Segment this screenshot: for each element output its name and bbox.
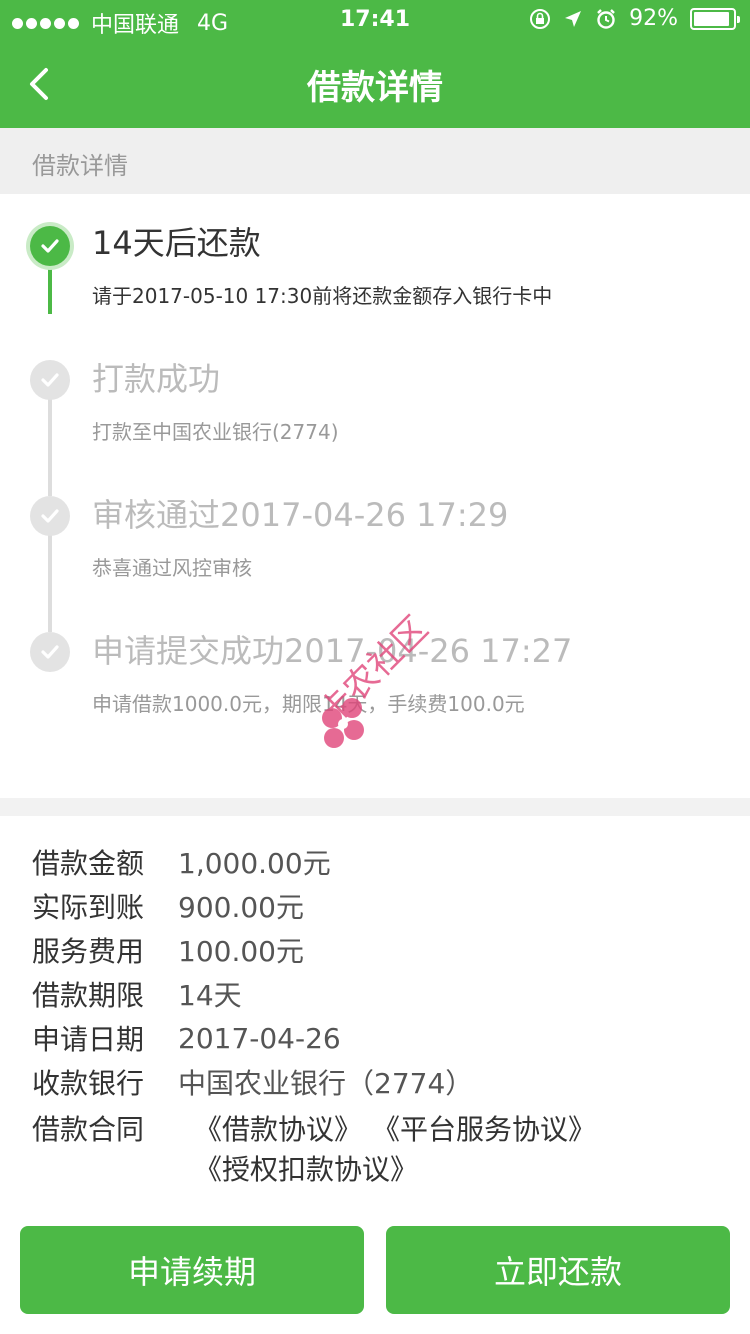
detail-value: 1,000.00元 <box>178 847 331 880</box>
timeline-connector <box>48 532 52 632</box>
detail-value: 2017-04-26 <box>178 1021 341 1055</box>
detail-value: 100.00元 <box>178 935 304 968</box>
timeline-step-title: 审核通过2017-04-26 17:29 <box>92 496 509 534</box>
detail-row-contract: 借款合同 《借款协议》 《平台服务协议》 《授权扣款协议》 <box>32 1104 732 1194</box>
detail-value: 中国农业银行（2774） <box>178 1067 474 1100</box>
battery-percent: 92% <box>629 6 678 31</box>
contract-links: 《借款协议》 《平台服务协议》 《授权扣款协议》 <box>194 1108 674 1188</box>
detail-label: 实际到账 <box>32 891 145 924</box>
timeline-check-icon <box>30 496 70 536</box>
timeline-step-subtitle: 恭喜通过风控审核 <box>92 556 252 580</box>
loan-details: 借款金额 1,000.00元 实际到账 900.00元 服务费用 100.00元… <box>32 840 732 1194</box>
battery-icon <box>690 7 740 30</box>
detail-row-apply-date: 申请日期 2017-04-26 <box>32 1016 732 1060</box>
loan-agreement-link[interactable]: 《借款协议》 <box>194 1108 362 1148</box>
alarm-icon <box>597 8 615 29</box>
detail-label: 借款合同 <box>32 1113 145 1146</box>
timeline-step-title: 打款成功 <box>92 360 221 398</box>
timeline-check-icon <box>30 632 70 672</box>
debit-authorization-agreement-link[interactable]: 《授权扣款协议》 <box>194 1148 418 1188</box>
repay-now-button[interactable]: 立即还款 <box>386 1226 730 1314</box>
detail-row-term: 借款期限 14天 <box>32 972 732 1016</box>
battery-fill <box>694 11 729 26</box>
detail-label: 申请日期 <box>32 1023 145 1056</box>
detail-label: 借款期限 <box>32 979 145 1012</box>
section-label: 借款详情 <box>0 128 750 194</box>
timeline-step-title: 14天后还款 <box>92 224 261 262</box>
detail-label: 服务费用 <box>32 935 145 968</box>
platform-service-agreement-link[interactable]: 《平台服务协议》 <box>372 1108 596 1148</box>
watermark-logo: 卡农社区 <box>312 609 436 748</box>
orientation-lock-icon <box>530 8 551 29</box>
status-bar: 中国联通 4G 17:41 92% <box>0 0 750 40</box>
timeline-connector-active <box>48 262 52 314</box>
section-label-text: 借款详情 <box>32 152 128 180</box>
detail-row-bank: 收款银行 中国农业银行（2774） <box>32 1060 732 1104</box>
app-header: 中国联通 4G 17:41 92% 借款详情 <box>0 0 750 128</box>
timeline-step-subtitle: 打款至中国农业银行(2774) <box>92 420 339 444</box>
detail-row-fee: 服务费用 100.00元 <box>32 928 732 972</box>
timeline-check-icon <box>30 226 70 266</box>
timeline-step-subtitle: 请于2017-05-10 17:30前将还款金额存入银行卡中 <box>92 284 553 308</box>
timeline-check-icon <box>30 360 70 400</box>
page-title: 借款详情 <box>307 68 443 108</box>
renew-button[interactable]: 申请续期 <box>20 1226 364 1314</box>
section-divider <box>0 798 750 816</box>
detail-value: 14天 <box>178 979 242 1012</box>
detail-row-received: 实际到账 900.00元 <box>32 884 732 928</box>
location-arrow-icon <box>565 10 582 27</box>
detail-label: 借款金额 <box>32 847 145 880</box>
detail-label: 收款银行 <box>32 1067 145 1100</box>
timeline-connector <box>48 396 52 496</box>
detail-value: 900.00元 <box>178 891 304 924</box>
detail-row-amount: 借款金额 1,000.00元 <box>32 840 732 884</box>
